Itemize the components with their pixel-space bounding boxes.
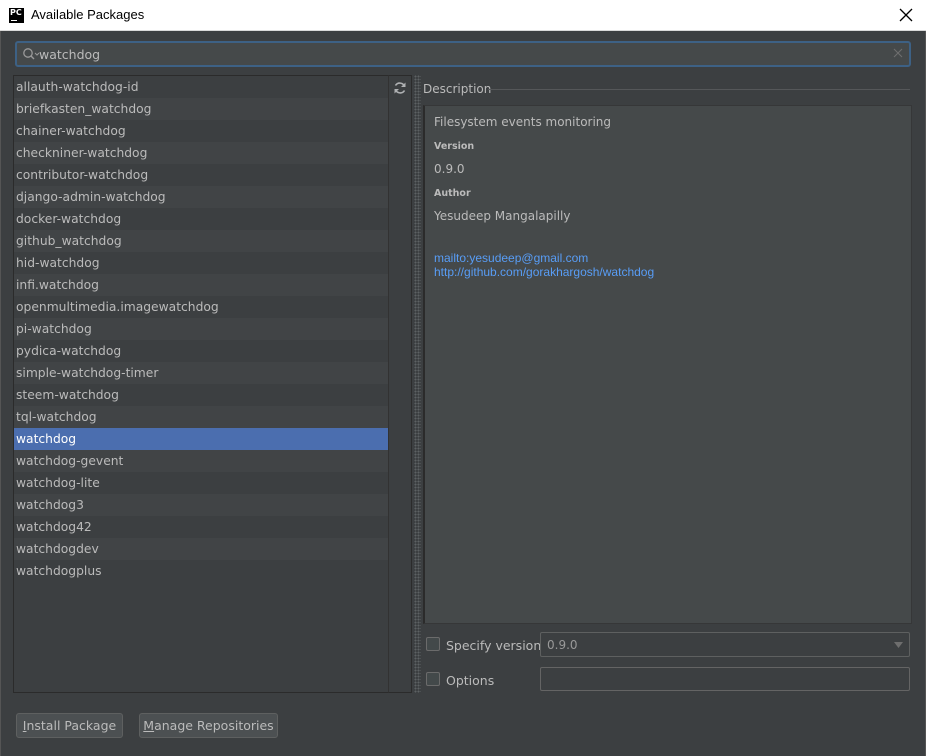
search-icon[interactable]	[22, 47, 40, 61]
package-list-item[interactable]: simple-watchdog-timer	[14, 362, 388, 384]
manage-mnemonic: M	[143, 718, 155, 733]
close-icon	[899, 8, 913, 22]
search-box[interactable]	[15, 41, 911, 67]
version-label: Version	[434, 141, 475, 152]
package-list-item[interactable]: checkniner-watchdog	[14, 142, 388, 164]
options-checkbox[interactable]	[426, 672, 440, 686]
package-list-item[interactable]: watchdog3	[14, 494, 388, 516]
close-button[interactable]	[894, 4, 918, 26]
splitter-handle[interactable]	[414, 75, 421, 693]
manage-repositories-button[interactable]: Manage Repositories	[139, 713, 278, 738]
title-bar: PC Available Packages	[0, 0, 926, 31]
author-label: Author	[434, 188, 471, 199]
package-list-item[interactable]: django-admin-watchdog	[14, 186, 388, 208]
package-list-item[interactable]: watchdog-gevent	[14, 450, 388, 472]
package-list-item[interactable]: allauth-watchdog-id	[14, 76, 388, 98]
options-label: Options	[446, 673, 495, 688]
chevron-down-icon	[894, 642, 903, 648]
package-list-item[interactable]: watchdogplus	[14, 560, 388, 582]
version-select[interactable]: 0.9.0	[540, 632, 910, 657]
package-list-item[interactable]: tql-watchdog	[14, 406, 388, 428]
pycharm-icon: PC	[9, 8, 24, 23]
package-list-item[interactable]: contributor-watchdog	[14, 164, 388, 186]
description-panel: Filesystem events monitoring Version 0.9…	[423, 105, 912, 624]
specify-version-checkbox[interactable]	[426, 637, 440, 651]
package-list-item[interactable]: briefkasten_watchdog	[14, 98, 388, 120]
search-input[interactable]	[39, 45, 879, 63]
list-toolbar	[388, 75, 412, 693]
refresh-icon[interactable]	[393, 81, 407, 95]
description-header: Description	[423, 82, 492, 96]
package-list-item[interactable]: openmultimedia.imagewatchdog	[14, 296, 388, 318]
package-list[interactable]: allauth-watchdog-id briefkasten_watchdog c…	[13, 75, 388, 693]
package-list-item[interactable]: watchdog-lite	[14, 472, 388, 494]
description-divider	[488, 89, 910, 90]
package-list-item[interactable]: pydica-watchdog	[14, 340, 388, 362]
package-list-item[interactable]: watchdog42	[14, 516, 388, 538]
package-list-item[interactable]: hid-watchdog	[14, 252, 388, 274]
package-summary: Filesystem events monitoring	[434, 115, 612, 129]
package-list-item[interactable]: watchdogdev	[14, 538, 388, 560]
package-list-item[interactable]: chainer-watchdog	[14, 120, 388, 142]
version-select-value: 0.9.0	[547, 638, 578, 652]
package-list-item[interactable]: github_watchdog	[14, 230, 388, 252]
author-value: Yesudeep Mangalapilly	[434, 209, 571, 223]
package-list-item[interactable]: docker-watchdog	[14, 208, 388, 230]
email-link[interactable]: mailto:yesudeep@gmail.com	[434, 251, 588, 265]
package-list-item[interactable]: watchdog	[14, 428, 388, 450]
package-list-item[interactable]: infi.watchdog	[14, 274, 388, 296]
window-title: Available Packages	[31, 7, 145, 22]
package-list-item[interactable]: steem-watchdog	[14, 384, 388, 406]
install-package-button[interactable]: Install Package	[16, 713, 123, 738]
manage-label: anage Repositories	[154, 718, 274, 733]
homepage-link[interactable]: http://github.com/gorakhargosh/watchdog	[434, 265, 654, 279]
version-value: 0.9.0	[434, 162, 465, 176]
options-input[interactable]	[540, 667, 910, 691]
clear-icon[interactable]	[893, 48, 903, 58]
package-list-item[interactable]: pi-watchdog	[14, 318, 388, 340]
specify-version-label: Specify version	[446, 638, 542, 653]
window-border-left	[0, 31, 1, 756]
install-label: nstall Package	[26, 718, 117, 733]
